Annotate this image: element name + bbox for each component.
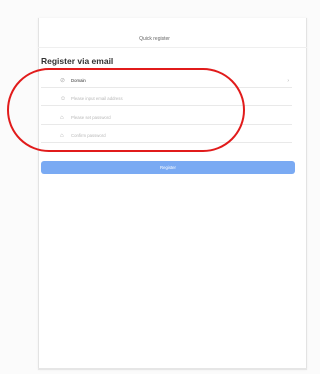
email-placeholder: Please input email address (71, 96, 123, 101)
password-placeholder: Please set password (71, 115, 111, 120)
password-field[interactable]: ⌂ Please set password (41, 111, 292, 125)
lock-icon: ⌂ (60, 114, 64, 121)
confirm-placeholder: Confirm password (71, 133, 106, 138)
domain-selector[interactable]: ⊘ Domain › (41, 74, 292, 88)
section-title: Register via email (41, 56, 114, 66)
email-field[interactable]: ☺ Please input email address (41, 92, 292, 106)
panel-bottom-edge (38, 368, 307, 370)
confirm-password-field[interactable]: ⌂ Confirm password (41, 129, 292, 143)
lock-icon: ⌂ (60, 132, 64, 139)
link-icon: ⊘ (60, 78, 66, 84)
register-panel (38, 18, 307, 370)
chevron-right-icon: › (287, 77, 289, 84)
register-button[interactable]: Register (41, 161, 295, 174)
header-divider (38, 47, 307, 48)
page-title: Quick register (139, 36, 170, 42)
domain-value: Domain (71, 78, 86, 83)
user-icon: ☺ (60, 95, 67, 102)
